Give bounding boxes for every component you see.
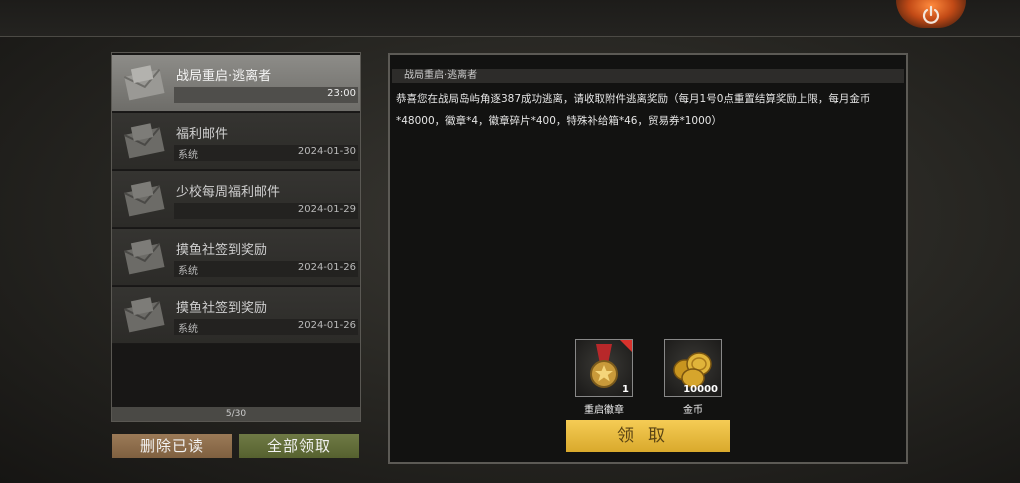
mail-title: 摸鱼社签到奖励 [176, 243, 268, 258]
mail-item[interactable]: 少校每周福利邮件 2024-01-29 [112, 171, 360, 228]
mail-title: 摸鱼社签到奖励 [176, 301, 268, 316]
delete-read-button[interactable]: 删除已读 [112, 434, 232, 458]
mail-item[interactable]: 战局重启·逃离者 23:00 [112, 55, 360, 112]
claim-button[interactable]: 领取 [566, 420, 730, 452]
mail-date: 2024-01-26 [297, 320, 356, 331]
mail-date: 23:00 [327, 88, 356, 99]
power-button[interactable] [896, 0, 966, 28]
mail-date: 2024-01-30 [297, 146, 356, 157]
mail-item[interactable]: 摸鱼社签到奖励 系统 2024-01-26 [112, 287, 360, 344]
mail-sender: 系统 [178, 266, 198, 277]
envelope-icon [123, 123, 165, 159]
detail-title: 战局重启·逃离者 [404, 70, 478, 81]
reward-name: 重启徽章 [584, 405, 624, 416]
mail-date: 2024-01-29 [297, 204, 356, 215]
mail-title: 福利邮件 [176, 127, 229, 142]
new-indicator [620, 340, 632, 352]
reward-name: 金币 [683, 405, 703, 416]
claim-all-button[interactable]: 全部领取 [239, 434, 359, 458]
reward-slot[interactable]: 10000 [664, 339, 722, 397]
mail-list-panel: 战局重启·逃离者 23:00 福利邮件 系统 2024-01-30 少校每周福利… [111, 52, 361, 422]
mail-item[interactable]: 摸鱼社签到奖励 系统 2024-01-26 [112, 229, 360, 286]
detail-body: 恭喜您在战局岛屿角逐387成功逃离，请收取附件逃离奖励（每月1号0点重置结算奖励… [396, 93, 871, 127]
mail-item[interactable]: 福利邮件 系统 2024-01-30 [112, 113, 360, 170]
mail-date: 2024-01-26 [297, 262, 356, 273]
mail-title: 少校每周福利邮件 [176, 185, 281, 200]
mail-title: 战局重启·逃离者 [176, 69, 272, 84]
envelope-icon [123, 65, 165, 101]
mail-detail-panel: 战局重启·逃离者 恭喜您在战局岛屿角逐387成功逃离，请收取附件逃离奖励（每月1… [388, 53, 908, 464]
power-icon [922, 5, 940, 24]
envelope-icon [123, 181, 165, 217]
envelope-icon [123, 297, 165, 333]
envelope-icon [123, 239, 165, 275]
page-indicator: 5/30 [112, 407, 360, 421]
reward-quantity: 1 [622, 384, 629, 395]
reward-slot[interactable]: 1 [575, 339, 633, 397]
top-bar [0, 0, 1020, 37]
mail-sender: 系统 [178, 150, 198, 161]
mail-sender: 系统 [178, 324, 198, 335]
reward-quantity: 10000 [683, 384, 718, 395]
